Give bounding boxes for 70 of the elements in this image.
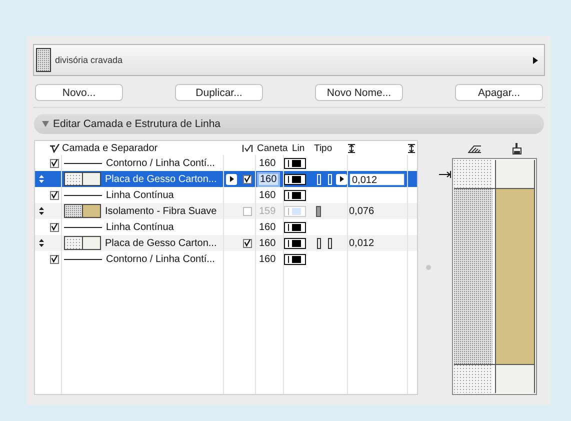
thickness-icon — [348, 144, 355, 152]
line-sample-icon — [64, 226, 102, 228]
pen-number: 159 — [259, 206, 276, 216]
separator-name: Contorno / Linha Contí... — [106, 158, 215, 168]
arrow-right-button[interactable] — [336, 174, 347, 184]
arrow-right-icon — [340, 176, 344, 182]
drag-handle-icon[interactable] — [38, 175, 44, 183]
section-header[interactable]: Editar Camada e Estrutura de Linha — [34, 114, 544, 134]
checkbox[interactable] — [50, 190, 58, 200]
line-pen-swatch[interactable] — [284, 222, 306, 232]
thickness-value[interactable]: 0,012 — [349, 172, 405, 186]
column-header: Caneta — [257, 142, 288, 154]
action-button[interactable]: Apagar... — [455, 84, 543, 101]
hatch-swatch-icon — [36, 48, 51, 72]
hatch-swatch-icon[interactable] — [64, 236, 83, 250]
action-button[interactable]: Novo Nome... — [315, 84, 403, 101]
drag-handle-icon[interactable] — [38, 239, 44, 247]
arrow-right-icon — [533, 56, 538, 64]
thickness-value: 0,076 — [349, 206, 374, 216]
line-pen-swatch[interactable] — [284, 190, 306, 200]
checkbox-check-icon — [242, 144, 253, 152]
thickness-value: 0,012 — [349, 238, 374, 248]
pen-number: 160 — [259, 222, 276, 232]
checkbox[interactable] — [242, 238, 252, 248]
arrow-right-icon — [439, 171, 451, 178]
pen-number[interactable]: 160 — [259, 174, 278, 184]
layer-name: Placa de Gesso Carton... — [105, 238, 217, 248]
paint-bucket-icon — [512, 143, 522, 155]
layer-name: Isolamento - Fibra Suave — [105, 206, 217, 216]
table-row[interactable]: Placa de Gesso Carton... 160 0,012 — [35, 235, 417, 251]
line-sample-icon — [64, 258, 102, 260]
checkbox[interactable] — [50, 158, 58, 168]
column-header: Tipo — [314, 142, 332, 154]
thickness-icon — [408, 144, 415, 152]
check-icon — [50, 144, 60, 152]
arrow-right-button[interactable] — [226, 174, 237, 184]
pen-number: 160 — [259, 158, 276, 168]
checkbox[interactable] — [50, 254, 58, 264]
separator-name: Linha Contínua — [106, 190, 174, 200]
line-pen-swatch[interactable] — [284, 254, 306, 264]
action-button[interactable]: Duplicar... — [175, 84, 263, 101]
line-pen-swatch[interactable] — [284, 238, 306, 248]
composite-selector[interactable]: divisória cravada — [33, 44, 545, 76]
action-button[interactable]: Novo... — [35, 84, 123, 101]
color-swatch[interactable] — [83, 172, 101, 186]
boundary-lines-icon — [316, 238, 334, 248]
separator-name: Contorno / Linha Contí... — [106, 254, 215, 264]
checkbox[interactable] — [50, 222, 58, 232]
table-row[interactable]: Contorno / Linha Contí... 160 — [35, 251, 417, 267]
line-pen-swatch[interactable] — [284, 174, 306, 184]
section-title: Editar Camada e Estrutura de Linha — [53, 118, 221, 130]
composite-name: divisória cravada — [55, 55, 124, 65]
separator-name: Linha Contínua — [106, 222, 174, 232]
line-sample-icon — [64, 194, 102, 196]
column-header: Camada e Separador — [62, 142, 158, 154]
layer-name: Placa de Gesso Carton... — [105, 174, 217, 184]
line-pen-swatch[interactable] — [284, 158, 306, 168]
pen-number: 160 — [259, 238, 276, 248]
line-sample-icon — [64, 162, 102, 164]
splitter-handle[interactable] — [426, 265, 431, 270]
column-header: Lin — [292, 142, 305, 154]
hatch-icon — [468, 145, 482, 153]
color-swatch[interactable] — [83, 236, 101, 250]
pen-number: 160 — [259, 190, 276, 200]
checkbox[interactable] — [242, 174, 252, 184]
boundary-lines-icon — [316, 174, 334, 184]
hatch-swatch-icon[interactable] — [64, 172, 83, 186]
table-row[interactable]: Placa de Gesso Carton... 160 0,012 — [35, 171, 417, 187]
arrow-right-icon — [230, 176, 234, 182]
pen-number: 160 — [259, 254, 276, 264]
